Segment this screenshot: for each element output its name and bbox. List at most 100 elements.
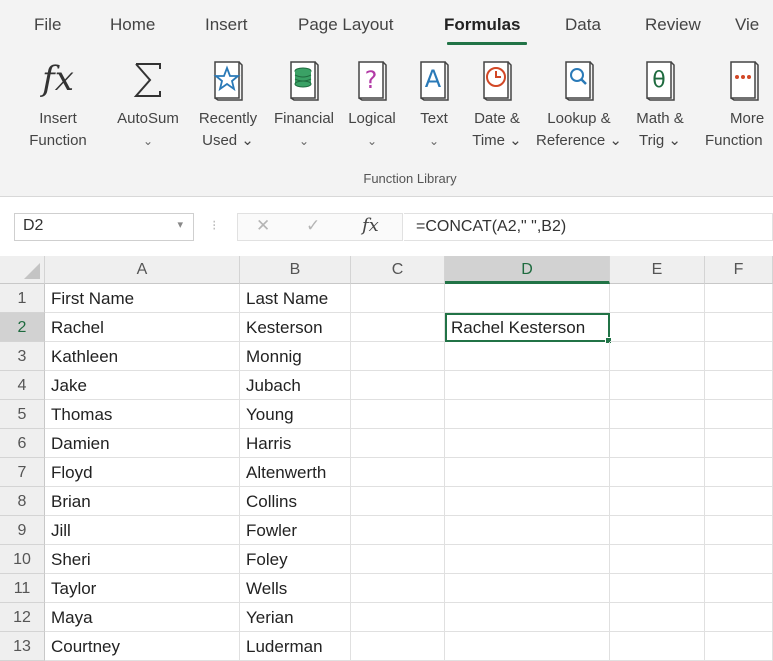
cell-d5[interactable] xyxy=(445,400,610,429)
tab-review[interactable]: Review xyxy=(645,15,701,35)
row-header[interactable]: 4 xyxy=(0,371,45,400)
financial-button[interactable]: Financial ⌄ xyxy=(266,56,342,152)
cell-a9[interactable]: Jill xyxy=(45,516,240,545)
column-header-c[interactable]: C xyxy=(351,256,445,284)
cell-c5[interactable] xyxy=(351,400,445,429)
row-header[interactable]: 13 xyxy=(0,632,45,661)
cell-a6[interactable]: Damien xyxy=(45,429,240,458)
cell-c8[interactable] xyxy=(351,487,445,516)
tab-formulas[interactable]: Formulas xyxy=(444,15,521,35)
cell-b2[interactable]: Kesterson xyxy=(240,313,351,342)
cancel-icon[interactable]: ✕ xyxy=(256,216,270,236)
name-box[interactable]: D2 ▾ xyxy=(14,213,194,241)
cell-d12[interactable] xyxy=(445,603,610,632)
cell-e9[interactable] xyxy=(610,516,705,545)
cell-c10[interactable] xyxy=(351,545,445,574)
cell-d11[interactable] xyxy=(445,574,610,603)
tab-file[interactable]: File xyxy=(34,15,61,35)
cell-b6[interactable]: Harris xyxy=(240,429,351,458)
text-functions-button[interactable]: A Text ⌄ xyxy=(408,56,460,152)
cell-f5[interactable] xyxy=(705,400,773,429)
cell-f10[interactable] xyxy=(705,545,773,574)
cell-f4[interactable] xyxy=(705,371,773,400)
cell-e1[interactable] xyxy=(610,284,705,313)
cell-b13[interactable]: Luderman xyxy=(240,632,351,661)
cell-c3[interactable] xyxy=(351,342,445,371)
tab-view[interactable]: Vie xyxy=(735,15,759,35)
cell-b7[interactable]: Altenwerth xyxy=(240,458,351,487)
cell-d13[interactable] xyxy=(445,632,610,661)
cell-e7[interactable] xyxy=(610,458,705,487)
cell-f11[interactable] xyxy=(705,574,773,603)
cell-e6[interactable] xyxy=(610,429,705,458)
cell-a2[interactable]: Rachel xyxy=(45,313,240,342)
cell-c4[interactable] xyxy=(351,371,445,400)
row-header[interactable]: 6 xyxy=(0,429,45,458)
cell-f12[interactable] xyxy=(705,603,773,632)
cell-f3[interactable] xyxy=(705,342,773,371)
cell-a13[interactable]: Courtney xyxy=(45,632,240,661)
cell-d8[interactable] xyxy=(445,487,610,516)
cell-e11[interactable] xyxy=(610,574,705,603)
cell-c11[interactable] xyxy=(351,574,445,603)
cell-c6[interactable] xyxy=(351,429,445,458)
recently-used-button[interactable]: Recently Used ⌄ xyxy=(192,56,264,152)
cell-f13[interactable] xyxy=(705,632,773,661)
more-functions-button[interactable]: More Function xyxy=(700,56,773,152)
cell-b3[interactable]: Monnig xyxy=(240,342,351,371)
cell-d10[interactable] xyxy=(445,545,610,574)
cell-e4[interactable] xyxy=(610,371,705,400)
cell-b1[interactable]: Last Name xyxy=(240,284,351,313)
cell-f7[interactable] xyxy=(705,458,773,487)
cell-c13[interactable] xyxy=(351,632,445,661)
cell-c9[interactable] xyxy=(351,516,445,545)
lookup-reference-button[interactable]: Lookup & Reference ⌄ xyxy=(530,56,628,152)
math-trig-button[interactable]: θ Math & Trig ⌄ xyxy=(628,56,692,152)
row-header[interactable]: 1 xyxy=(0,284,45,313)
cell-b10[interactable]: Foley xyxy=(240,545,351,574)
tab-insert[interactable]: Insert xyxy=(205,15,248,35)
cell-d7[interactable] xyxy=(445,458,610,487)
cell-b9[interactable]: Fowler xyxy=(240,516,351,545)
row-header[interactable]: 9 xyxy=(0,516,45,545)
select-all-button[interactable] xyxy=(0,256,45,284)
row-header[interactable]: 2 xyxy=(0,313,45,342)
row-header[interactable]: 3 xyxy=(0,342,45,371)
cell-a5[interactable]: Thomas xyxy=(45,400,240,429)
autosum-button[interactable]: AutoSum ⌄ xyxy=(108,56,188,152)
cell-d3[interactable] xyxy=(445,342,610,371)
row-header[interactable]: 10 xyxy=(0,545,45,574)
cell-a10[interactable]: Sheri xyxy=(45,545,240,574)
cell-a4[interactable]: Jake xyxy=(45,371,240,400)
cell-d4[interactable] xyxy=(445,371,610,400)
cell-c12[interactable] xyxy=(351,603,445,632)
cell-d9[interactable] xyxy=(445,516,610,545)
cell-f1[interactable] xyxy=(705,284,773,313)
cell-d6[interactable] xyxy=(445,429,610,458)
row-header[interactable]: 8 xyxy=(0,487,45,516)
cell-d1[interactable] xyxy=(445,284,610,313)
cell-f2[interactable] xyxy=(705,313,773,342)
cell-e3[interactable] xyxy=(610,342,705,371)
cell-b12[interactable]: Yerian xyxy=(240,603,351,632)
cell-b11[interactable]: Wells xyxy=(240,574,351,603)
row-header[interactable]: 12 xyxy=(0,603,45,632)
cell-b4[interactable]: Jubach xyxy=(240,371,351,400)
row-header[interactable]: 7 xyxy=(0,458,45,487)
formula-input[interactable]: =CONCAT(A2," ",B2) xyxy=(404,213,773,241)
column-header-b[interactable]: B xyxy=(240,256,351,284)
cell-b8[interactable]: Collins xyxy=(240,487,351,516)
cell-c7[interactable] xyxy=(351,458,445,487)
cell-a3[interactable]: Kathleen xyxy=(45,342,240,371)
cell-a8[interactable]: Brian xyxy=(45,487,240,516)
tab-data[interactable]: Data xyxy=(565,15,601,35)
column-header-e[interactable]: E xyxy=(610,256,705,284)
enter-checkmark-icon[interactable]: ✓ xyxy=(306,216,320,236)
cell-e10[interactable] xyxy=(610,545,705,574)
tab-home[interactable]: Home xyxy=(110,15,155,35)
insert-function-button[interactable]: fx Insert Function xyxy=(18,56,98,152)
logical-button[interactable]: ? Logical ⌄ xyxy=(342,56,402,152)
cell-a1[interactable]: First Name xyxy=(45,284,240,313)
chevron-down-icon[interactable]: ▾ xyxy=(177,218,183,231)
cell-a7[interactable]: Floyd xyxy=(45,458,240,487)
